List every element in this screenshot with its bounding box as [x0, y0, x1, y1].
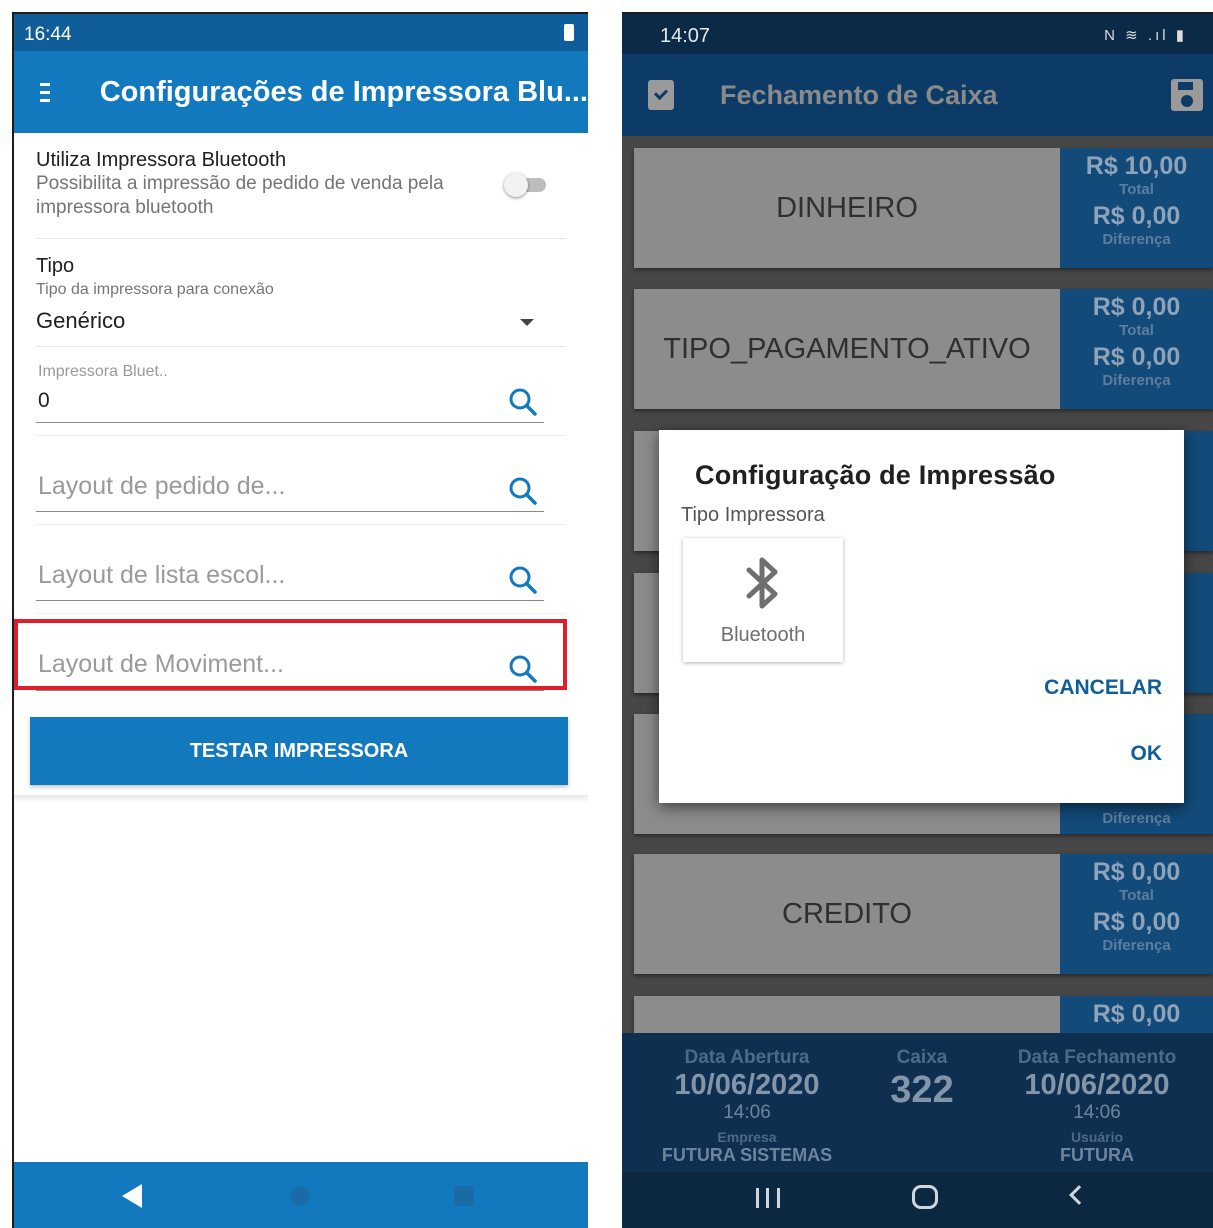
payment-totals: R$ 0,00 Total R$ 0,00 Diferença: [1060, 854, 1213, 974]
search-icon[interactable]: [508, 565, 538, 595]
bluetooth-printer-pref[interactable]: Utiliza Impressora Bluetooth Possibilita…: [36, 133, 566, 239]
home-icon[interactable]: [290, 1186, 310, 1206]
app-bar: Configurações de Impressora Blu...: [14, 51, 588, 133]
printer-type-pref[interactable]: Tipo Tipo da impressora para conexão Gen…: [36, 239, 566, 347]
type-pref-title: Tipo: [36, 255, 75, 277]
company-info: Empresa FUTURA SISTEMAS: [652, 1129, 842, 1166]
total-amount: R$ 10,00: [1085, 152, 1188, 180]
status-time: 16:44: [24, 24, 72, 45]
highlight-box: [14, 619, 567, 690]
layout-pedido-placeholder: Layout de pedido de...: [38, 472, 286, 500]
dropdown-arrow-icon[interactable]: [520, 319, 534, 326]
cash-summary-footer: Data Abertura 10/06/2020 14:06 Caixa 322…: [622, 1033, 1213, 1172]
bluetooth-label: Bluetooth: [720, 624, 806, 646]
total-amount: R$ 0,00: [1092, 1000, 1181, 1028]
company-label: Empresa: [717, 1129, 777, 1145]
difference-amount: R$ 0,00: [1092, 202, 1181, 230]
dialog-title: Configuração de Impressão: [695, 460, 1056, 490]
app-bar: Fechamento de Caixa: [622, 54, 1213, 136]
clipboard-check-icon: [648, 80, 674, 110]
bluetooth-option[interactable]: Bluetooth: [683, 538, 843, 662]
user-info: Usuário FUTURA: [1002, 1129, 1192, 1166]
printer-field-label: Impressora Bluet..: [38, 363, 168, 380]
cancel-button[interactable]: CANCELAR: [1044, 676, 1162, 700]
status-time: 14:07: [660, 25, 711, 47]
payment-totals: R$ 10,00 Total R$ 0,00 Diferença: [1060, 148, 1213, 268]
user-label: Usuário: [1070, 1129, 1124, 1145]
payment-name: DINHEIRO: [776, 192, 918, 224]
save-icon[interactable]: [1171, 79, 1203, 111]
total-label: Total: [1119, 887, 1154, 904]
payment-card-credito[interactable]: CREDITO R$ 0,00 Total R$ 0,00 Diferença: [634, 854, 1213, 974]
closing-date: 10/06/2020: [1024, 1069, 1170, 1101]
payment-name: CREDITO: [782, 898, 912, 930]
print-config-dialog: Configuração de Impressão Tipo Impressor…: [659, 430, 1184, 803]
closing-time: 14:06: [1073, 1102, 1121, 1123]
opening-info: Data Abertura 10/06/2020 14:06: [652, 1047, 842, 1124]
comparison-canvas: 16:44 Configurações de Impressora Blu...…: [0, 0, 1213, 1228]
opening-time: 14:06: [723, 1102, 771, 1123]
printer-field-value[interactable]: 0: [38, 389, 50, 413]
type-pref-value: Genérico: [36, 308, 126, 333]
total-amount: R$ 0,00: [1092, 293, 1181, 321]
search-icon[interactable]: [508, 476, 538, 506]
recents-icon[interactable]: [454, 1186, 474, 1206]
difference-label: Diferença: [1102, 810, 1171, 827]
page-title: Configurações de Impressora Blu...: [99, 75, 588, 108]
settings-list: Utiliza Impressora Bluetooth Possibilita…: [14, 133, 588, 703]
difference-amount: R$ 0,00: [1092, 908, 1181, 936]
navigation-bar: [14, 1162, 588, 1228]
opening-date: 10/06/2020: [674, 1069, 820, 1101]
back-icon[interactable]: [122, 1184, 142, 1208]
bluetooth-printer-field[interactable]: Impressora Bluet.. 0: [36, 347, 566, 436]
dialog-subtitle: Tipo Impressora: [681, 504, 825, 526]
search-icon[interactable]: [508, 387, 538, 417]
total-label: Total: [1119, 322, 1154, 339]
payment-card-partial[interactable]: R$ 0,00: [634, 996, 1213, 1033]
layout-lista-field[interactable]: Layout de lista escol...: [36, 525, 566, 614]
home-icon[interactable]: [912, 1185, 938, 1209]
status-bar: 14:07 N ≋ .ıl ▮: [622, 14, 1213, 54]
status-bar: 16:44: [14, 14, 588, 51]
recents-icon[interactable]: [756, 1188, 780, 1208]
payment-totals: R$ 0,00 Total R$ 0,00 Diferença: [1060, 289, 1213, 409]
difference-label: Diferença: [1102, 372, 1171, 389]
back-icon[interactable]: [1069, 1185, 1089, 1205]
menu-icon[interactable]: [40, 78, 50, 107]
bluetooth-pref-subtitle: Possibilita a impressão de pedido de ven…: [36, 173, 444, 218]
type-pref-subtitle: Tipo da impressora para conexão: [36, 281, 274, 298]
bluetooth-toggle[interactable]: [504, 173, 548, 197]
layout-lista-placeholder: Layout de lista escol...: [38, 561, 286, 589]
closing-label: Data Fechamento: [1017, 1047, 1177, 1068]
cash-closing-screen: 14:07 N ≋ .ıl ▮ Fechamento de Caixa DINH…: [622, 12, 1213, 1228]
register-info: Caixa 322: [872, 1047, 972, 1112]
ok-button[interactable]: OK: [1131, 742, 1163, 766]
user-name: FUTURA: [1060, 1145, 1134, 1165]
closing-info: Data Fechamento 10/06/2020 14:06: [1002, 1047, 1192, 1124]
payment-totals: R$ 0,00: [1060, 996, 1213, 1033]
difference-label: Diferença: [1102, 231, 1171, 248]
payment-card-dinheiro[interactable]: DINHEIRO R$ 10,00 Total R$ 0,00 Diferenç…: [634, 148, 1213, 268]
battery-icon: [564, 24, 574, 41]
register-number: 322: [890, 1069, 954, 1111]
register-label: Caixa: [896, 1047, 948, 1068]
status-icons: N ≋ .ıl ▮: [1104, 27, 1187, 44]
payment-name: TIPO_PAGAMENTO_ATIVO: [663, 333, 1031, 365]
total-label: Total: [1119, 181, 1154, 198]
bluetooth-icon: [746, 557, 778, 609]
difference-label: Diferença: [1102, 937, 1171, 954]
total-amount: R$ 0,00: [1092, 858, 1181, 886]
layout-pedido-field[interactable]: Layout de pedido de...: [36, 436, 566, 525]
bluetooth-pref-title: Utiliza Impressora Bluetooth: [36, 149, 287, 171]
navigation-bar: [622, 1172, 1213, 1228]
company-name: FUTURA SISTEMAS: [661, 1145, 833, 1165]
opening-label: Data Abertura: [684, 1047, 810, 1068]
page-title: Fechamento de Caixa: [720, 79, 998, 110]
payment-card-tipo-pagamento[interactable]: TIPO_PAGAMENTO_ATIVO R$ 0,00 Total R$ 0,…: [634, 289, 1213, 409]
test-printer-button[interactable]: TESTAR IMPRESSORA: [30, 717, 568, 785]
difference-amount: R$ 0,00: [1092, 343, 1181, 371]
